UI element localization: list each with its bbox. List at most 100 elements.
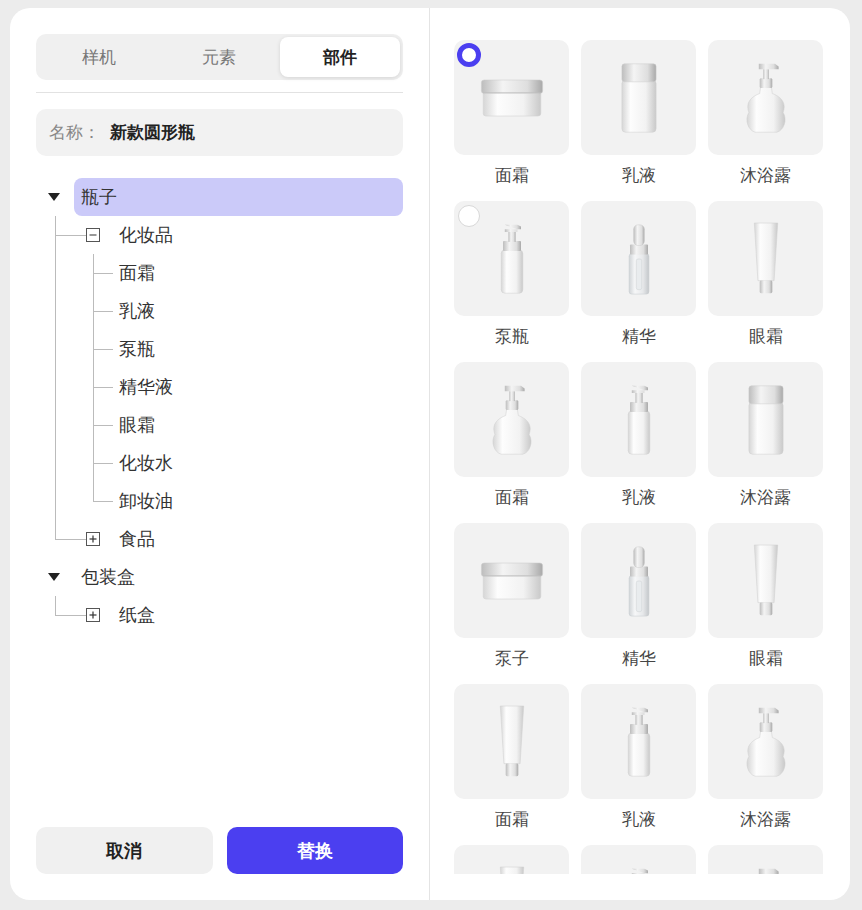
- collapse-arrow-icon: [48, 192, 60, 202]
- tree-item[interactable]: 化妆品: [36, 216, 403, 254]
- part-item[interactable]: 沐浴露: [708, 362, 823, 523]
- tree-item[interactable]: 食品: [36, 520, 403, 558]
- part-item[interactable]: [454, 845, 569, 874]
- tree-connector: [93, 463, 113, 464]
- part-thumbnail: [581, 201, 696, 316]
- part-item[interactable]: 精华: [581, 201, 696, 362]
- bottle-icon: [721, 375, 811, 465]
- part-item[interactable]: 沐浴露: [708, 40, 823, 201]
- select-radio[interactable]: [458, 205, 480, 227]
- divider: [36, 92, 403, 93]
- pump-icon: [721, 858, 811, 875]
- part-thumbnail: [581, 845, 696, 874]
- button-label: 替换: [297, 839, 333, 863]
- tree-line: [55, 596, 56, 615]
- tree-label: 食品: [119, 527, 155, 551]
- tube-icon: [467, 697, 557, 787]
- part-item[interactable]: 泵子: [454, 523, 569, 684]
- tree-connector: [93, 387, 113, 388]
- part-item[interactable]: 面霜: [454, 684, 569, 845]
- tab[interactable]: 样机: [39, 37, 159, 77]
- part-thumbnail: [454, 201, 569, 316]
- parts-grid: 面霜乳液沐浴露泵瓶精华眼霜面霜乳液沐浴露泵子精华眼霜面霜乳液沐浴露: [454, 40, 850, 874]
- replace-dialog: 样机元素部件名称：新款圆形瓶瓶子化妆品面霜乳液泵瓶精华液眼霜化妆水卸妆油食品包装…: [10, 8, 850, 900]
- tree-line: [55, 368, 56, 406]
- tree-item[interactable]: 精华液: [36, 368, 403, 406]
- tab-label: 样机: [82, 46, 116, 69]
- pump-icon: [721, 53, 811, 143]
- part-thumbnail: [708, 523, 823, 638]
- select-radio[interactable]: [457, 43, 481, 67]
- part-label: 面霜: [495, 486, 529, 509]
- tree-label: 瓶子: [81, 185, 117, 209]
- part-item[interactable]: [581, 845, 696, 874]
- part-thumbnail: [454, 845, 569, 874]
- part-label: 沐浴露: [740, 486, 791, 509]
- part-item[interactable]: 面霜: [454, 40, 569, 201]
- tube-icon: [721, 536, 811, 626]
- tab-label: 部件: [323, 46, 357, 69]
- part-item[interactable]: 眼霜: [708, 523, 823, 684]
- category-panel: 样机 元素 部件名称： 新款圆形瓶瓶子化妆品面霜乳液泵瓶精华液眼霜化妆水卸妆油食品包装…: [10, 8, 430, 900]
- tree-item[interactable]: 眼霜: [36, 406, 403, 444]
- tree-item[interactable]: 瓶子: [36, 178, 403, 216]
- tree-item[interactable]: 乳液: [36, 292, 403, 330]
- part-thumbnail: [581, 362, 696, 477]
- tree-label: 卸妆油: [119, 489, 173, 513]
- cancel-button[interactable]: 取消: [36, 827, 213, 874]
- tab-bar: 样机 元素 部件: [36, 34, 403, 80]
- parts-panel: 面霜乳液沐浴露泵瓶精华眼霜面霜乳液沐浴露泵子精华眼霜面霜乳液沐浴露: [430, 8, 850, 900]
- part-item[interactable]: 乳液: [581, 40, 696, 201]
- tree-line: [55, 444, 56, 482]
- part-label: 精华: [622, 647, 656, 670]
- tree-label: 眼霜: [119, 413, 155, 437]
- parts-scroll[interactable]: 面霜乳液沐浴露泵瓶精华眼霜面霜乳液沐浴露泵子精华眼霜面霜乳液沐浴露: [454, 40, 850, 874]
- tree-connector: [93, 349, 113, 350]
- collapse-box-icon: [86, 228, 100, 242]
- tree-label: 化妆水: [119, 451, 173, 475]
- tab[interactable]: 元素: [159, 37, 279, 77]
- part-label: 乳液: [622, 486, 656, 509]
- tree-connector: [93, 425, 113, 426]
- part-item[interactable]: 乳液: [581, 684, 696, 845]
- name-label: 名称：: [49, 121, 100, 144]
- part-thumbnail: [454, 523, 569, 638]
- part-label: 泵瓶: [495, 325, 529, 348]
- tree-line: [55, 254, 56, 292]
- dropper-icon: [594, 214, 684, 304]
- tree-line: [55, 292, 56, 330]
- tree-label: 包装盒: [81, 565, 135, 589]
- part-label: 面霜: [495, 164, 529, 187]
- part-label: 眼霜: [749, 647, 783, 670]
- tree-item[interactable]: 包装盒: [36, 558, 403, 596]
- part-item[interactable]: 泵瓶: [454, 201, 569, 362]
- part-thumbnail: [708, 362, 823, 477]
- part-label: 面霜: [495, 808, 529, 831]
- tab-label: 元素: [202, 46, 236, 69]
- tree-connector: [55, 539, 86, 540]
- part-thumbnail: [708, 845, 823, 874]
- part-item[interactable]: 乳液: [581, 362, 696, 523]
- replace-button[interactable]: 替换: [227, 827, 404, 874]
- tree-connector: [55, 615, 86, 616]
- name-field[interactable]: 名称： 新款圆形瓶: [36, 109, 403, 156]
- tree-connector: [93, 273, 113, 274]
- tab[interactable]: 部件: [280, 37, 400, 77]
- tree-item[interactable]: 化妆水: [36, 444, 403, 482]
- tree-item[interactable]: 纸盒: [36, 596, 403, 634]
- part-item[interactable]: 眼霜: [708, 201, 823, 362]
- tree-connector: [55, 235, 86, 236]
- tree-item[interactable]: 面霜: [36, 254, 403, 292]
- part-item[interactable]: 精华: [581, 523, 696, 684]
- tree-item[interactable]: 泵瓶: [36, 330, 403, 368]
- expand-box-icon: [86, 532, 100, 546]
- part-label: 眼霜: [749, 325, 783, 348]
- part-item[interactable]: 沐浴露: [708, 684, 823, 845]
- name-value: 新款圆形瓶: [110, 121, 195, 144]
- part-thumbnail: [454, 40, 569, 155]
- part-item[interactable]: 面霜: [454, 362, 569, 523]
- part-thumbnail: [708, 40, 823, 155]
- part-item[interactable]: [708, 845, 823, 874]
- tree-item[interactable]: 卸妆油: [36, 482, 403, 520]
- tree-line: [55, 330, 56, 368]
